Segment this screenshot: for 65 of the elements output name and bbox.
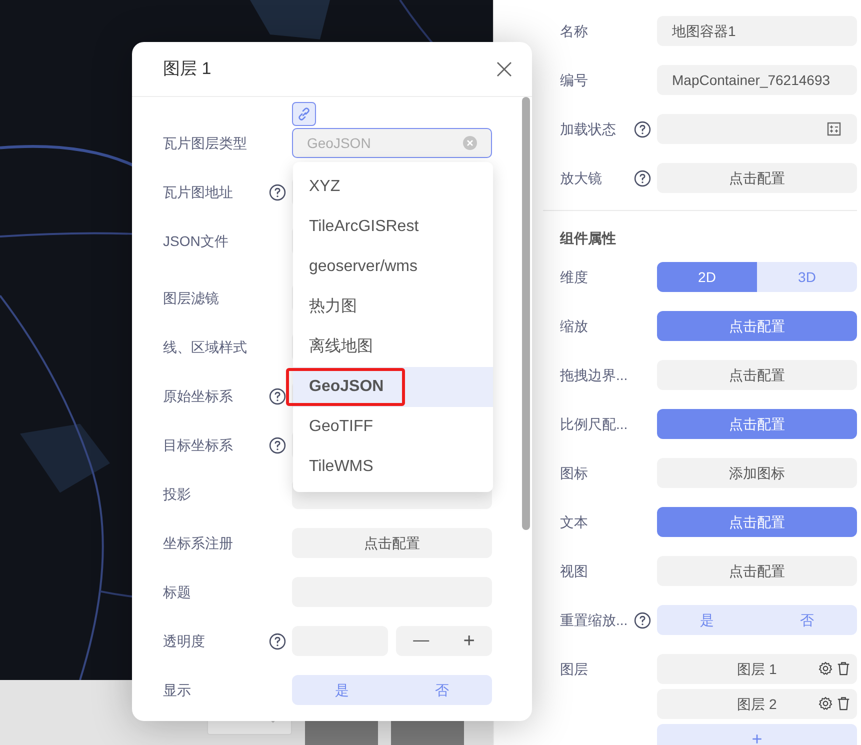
close-button[interactable]: × [492,55,516,83]
layer-item[interactable]: 图层 2 [657,689,857,719]
field-label: 名称 [560,22,588,40]
settings-icon[interactable] [818,696,833,711]
calendar-icon[interactable] [827,122,841,136]
field-label: 标题 [163,582,191,602]
field-label: 投影 [163,484,191,504]
config-button[interactable]: 点击配置 [292,528,492,558]
layer-item[interactable]: 图层 1 [657,654,857,684]
dropdown-option[interactable]: XYZ [293,167,493,207]
select-placeholder: GeoJSON [307,134,371,152]
field-label: 维度 [560,268,588,286]
field-label: 透明度 [163,632,205,650]
field-label: 拖拽边界... [560,366,628,384]
help-icon[interactable] [269,632,286,650]
link-button[interactable] [292,102,316,126]
help-icon[interactable] [269,436,286,454]
field-label: 编号 [560,70,588,90]
layer-name: 图层 2 [737,694,777,714]
dropdown-option[interactable]: GeoTIFF [293,407,493,447]
field-label: 比例尺配... [560,414,628,434]
field-label: 图标 [560,464,588,482]
field-label: 原始坐标系 [163,386,233,406]
dropdown-option[interactable]: 离线地图 [293,327,493,367]
field-label: 线、区域样式 [163,338,247,356]
dropdown-option[interactable]: TileArcGISRest [293,207,493,247]
trash-icon[interactable] [836,696,851,711]
scrollbar[interactable] [522,97,530,530]
field-label: 显示 [163,680,191,700]
config-button[interactable]: 点击配置 [657,163,857,193]
field-label: 图层滤镜 [163,288,219,308]
field-label: 瓦片图层类型 [163,134,247,152]
field-label: 文本 [560,512,588,532]
settings-icon[interactable] [818,661,833,676]
field-label: 加载状态 [560,120,616,138]
input-field[interactable]: 地图容器1 [657,16,857,46]
dropdown-option[interactable]: 热力图 [293,287,493,327]
help-icon[interactable] [634,170,651,186]
link-icon [296,106,312,122]
date-field[interactable] [657,114,857,144]
plus-button[interactable]: + [457,626,481,656]
input-field[interactable]: MapContainer_76214693 [657,65,857,95]
field-label: 目标坐标系 [163,436,233,454]
field-label: 图层 [560,660,588,678]
field-label: 重置缩放... [560,610,628,630]
dropdown-option[interactable]: TileWMS [293,447,493,487]
section-title: 组件属性 [560,229,617,248]
dropdown-option[interactable]: geoserver/wms [293,247,493,287]
field-label: 视图 [560,562,588,580]
help-icon[interactable] [634,612,651,628]
field-label: 坐标系注册 [163,534,233,552]
config-button[interactable]: 点击配置 [657,360,857,390]
config-button[interactable]: 点击配置 [657,556,857,586]
dialog-title: 图层 1 [163,58,212,80]
layer-name: 图层 1 [737,660,777,678]
trash-icon[interactable] [836,661,851,676]
field-label: JSON文件 [163,232,228,250]
config-button[interactable]: 添加图标 [657,458,857,488]
field-label: 缩放 [560,316,588,336]
help-icon[interactable] [269,388,286,404]
help-icon[interactable] [269,184,286,200]
field-label: 放大镜 [560,168,602,188]
field-label: 瓦片图地址 [163,182,233,202]
minus-button[interactable]: — [407,629,436,653]
help-icon[interactable] [634,120,651,138]
